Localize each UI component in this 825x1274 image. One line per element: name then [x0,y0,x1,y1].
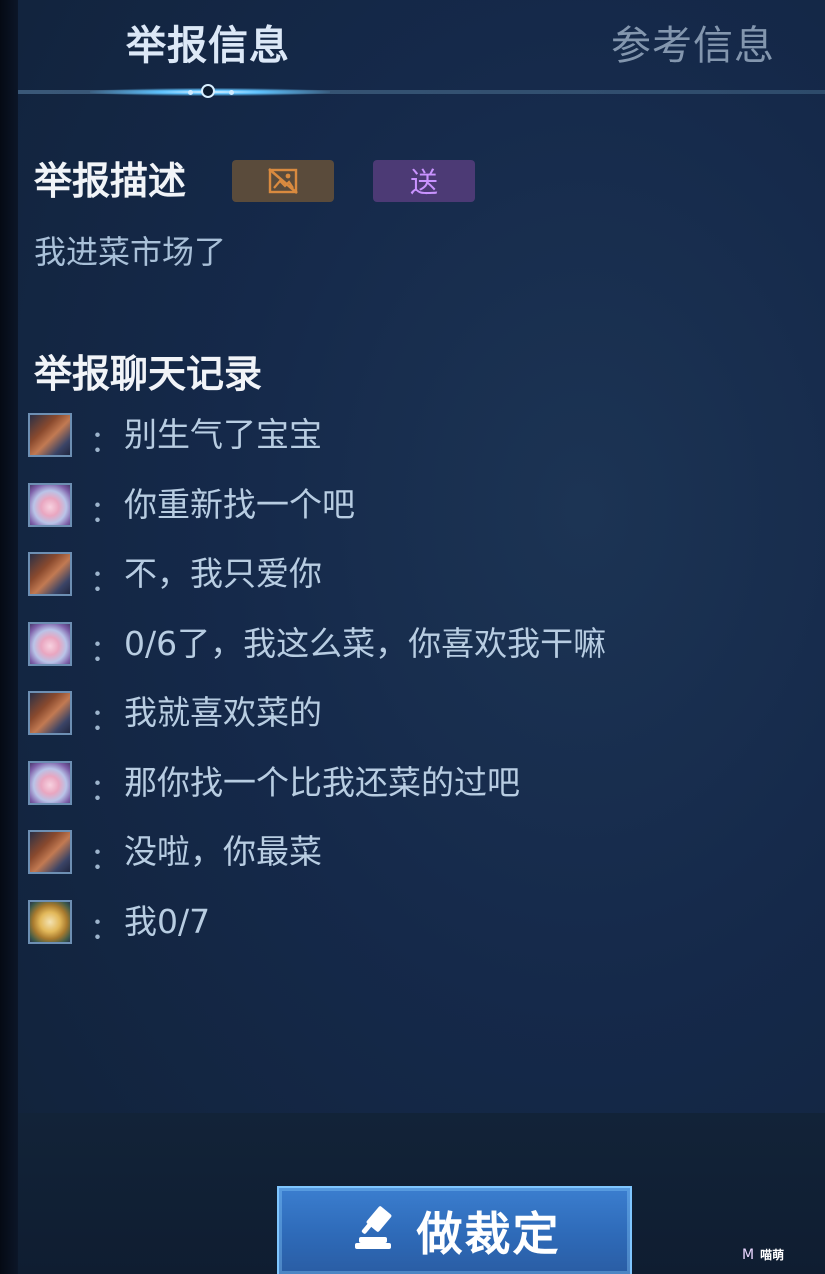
message-separator: ： [90,633,120,669]
chat-message: ：那你找一个比我还菜的过吧 [28,760,788,809]
message-text: 你重新找一个吧 [124,484,355,524]
avatar-white-hair-girl[interactable] [28,760,72,805]
message-text: 没啦，你最菜 [124,832,322,871]
message-text: 别生气了宝宝 [124,415,322,454]
avatar-blonde-hero[interactable] [28,899,72,944]
chat-message: ：不，我只爱你 [28,552,788,600]
avatar-brown-hair-boy[interactable] [28,413,72,457]
message-text: 我就喜欢菜的 [124,693,322,732]
report-description-text: 我进菜市场了 [34,233,227,271]
message-text: 0/6了，我这么菜，你喜欢我干嘛 [124,623,607,663]
message-text: 那你找一个比我还菜的过吧 [124,762,520,802]
indicator-dot-right [229,90,234,95]
avatar-brown-hair-boy[interactable] [28,552,72,596]
chat-message: ： 0/6了，我这么菜，你喜欢我干嘛 [28,621,788,670]
chat-message: ：我就喜欢菜的 [28,691,788,739]
chat-message: ：我0/7 [28,899,788,948]
message-text: 我0/7 [124,901,211,941]
tab-report-info[interactable]: 举报信息 [126,20,290,72]
message-separator: ： [90,494,120,530]
watermark-text: 喵萌 [760,1248,785,1262]
no-image-badge [232,160,334,202]
tab-reference-info[interactable]: 参考信息 [611,20,775,72]
avatar-brown-hair-boy[interactable] [28,691,72,735]
gavel-icon [354,1206,391,1249]
message-text: 不，我只爱你 [124,554,322,593]
message-separator: ： [90,842,120,877]
watermark-logo: M [742,1247,755,1263]
indicator-dot [201,84,215,98]
indicator-dot-left [188,90,193,95]
message-separator: ： [90,772,120,808]
chat-log-heading: 举报聊天记录 [34,352,263,396]
avatar-white-hair-girl[interactable] [28,621,72,666]
message-separator: ： [90,425,120,460]
no-image-icon [268,168,298,194]
avatar-white-hair-girl[interactable] [28,482,72,527]
left-edge [0,0,18,1274]
report-description-heading: 举报描述 [34,159,187,203]
avatar-brown-hair-boy[interactable] [28,830,72,874]
tab-bar: 举报信息 参考信息 [18,0,825,108]
message-separator: ： [90,564,120,599]
chat-message: ：别生气了宝宝 [28,413,788,461]
message-separator: ： [90,703,120,738]
message-separator: ： [90,911,120,947]
send-badge-label: 送 [409,166,438,199]
make-verdict-label: 做裁定 [416,1207,561,1261]
send-badge: 送 [373,160,475,202]
watermark: M 喵萌 [742,1246,784,1263]
chat-message: ：你重新找一个吧 [28,482,788,531]
make-verdict-button[interactable]: 做裁定 [277,1186,632,1274]
chat-message: ：没啦，你最菜 [28,830,788,878]
